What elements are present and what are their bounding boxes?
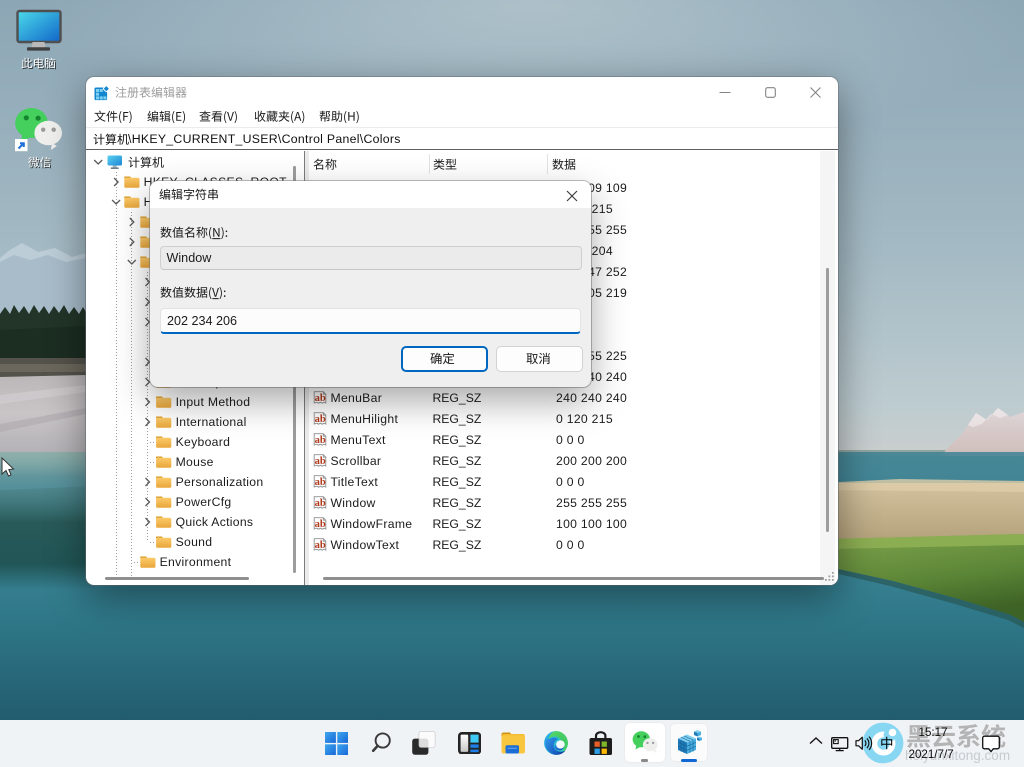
svg-text:ab: ab xyxy=(315,477,326,488)
svg-text:ab: ab xyxy=(315,540,326,551)
svg-text:ab: ab xyxy=(315,456,326,467)
svg-text:ab: ab xyxy=(315,498,326,509)
svg-text:ab: ab xyxy=(315,393,326,404)
svg-text:ab: ab xyxy=(315,435,326,446)
svg-text:ab: ab xyxy=(315,414,326,425)
svg-text:ab: ab xyxy=(315,519,326,530)
